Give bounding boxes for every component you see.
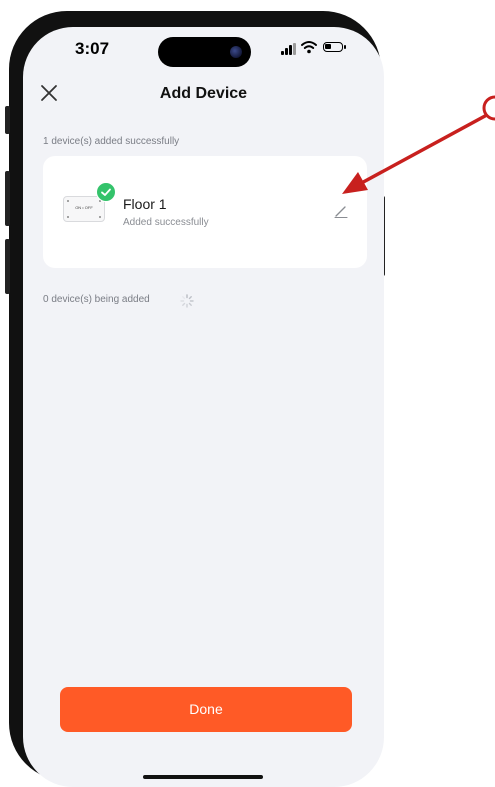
phone-frame: 3:07 Add Device 1 device(s) added succes… [5,11,385,787]
page-title: Add Device [159,85,248,102]
added-section-header: 1 device(s) added successfully [43,136,180,147]
app-screen: 3:07 Add Device 1 device(s) added succes… [23,27,384,787]
camera-icon [230,46,242,58]
dynamic-island [158,37,251,67]
volume-down-button [5,239,10,294]
check-icon [96,182,116,202]
device-status: Added successfully [123,217,209,228]
device-thumbnail: ON • OFF [63,196,105,222]
device-card[interactable]: ON • OFF Floor 1 Added successfully [43,156,367,268]
done-button[interactable]: Done [60,687,352,732]
device-name: Floor 1 [123,196,167,212]
status-time: 3:07 [75,39,110,58]
home-indicator [143,775,263,779]
status-bar: 3:07 [23,27,384,77]
pencil-icon[interactable] [333,203,349,219]
volume-up-button [5,171,10,226]
wifi-icon [301,41,317,54]
battery-icon [323,42,346,52]
device-thumbnail-label: ON • OFF [75,205,93,210]
side-button [5,106,10,134]
adding-section-header: 0 device(s) being added [43,294,150,305]
annotation-circle [482,95,495,121]
spinner-icon [180,294,194,308]
nav-bar: Add Device [23,81,384,113]
